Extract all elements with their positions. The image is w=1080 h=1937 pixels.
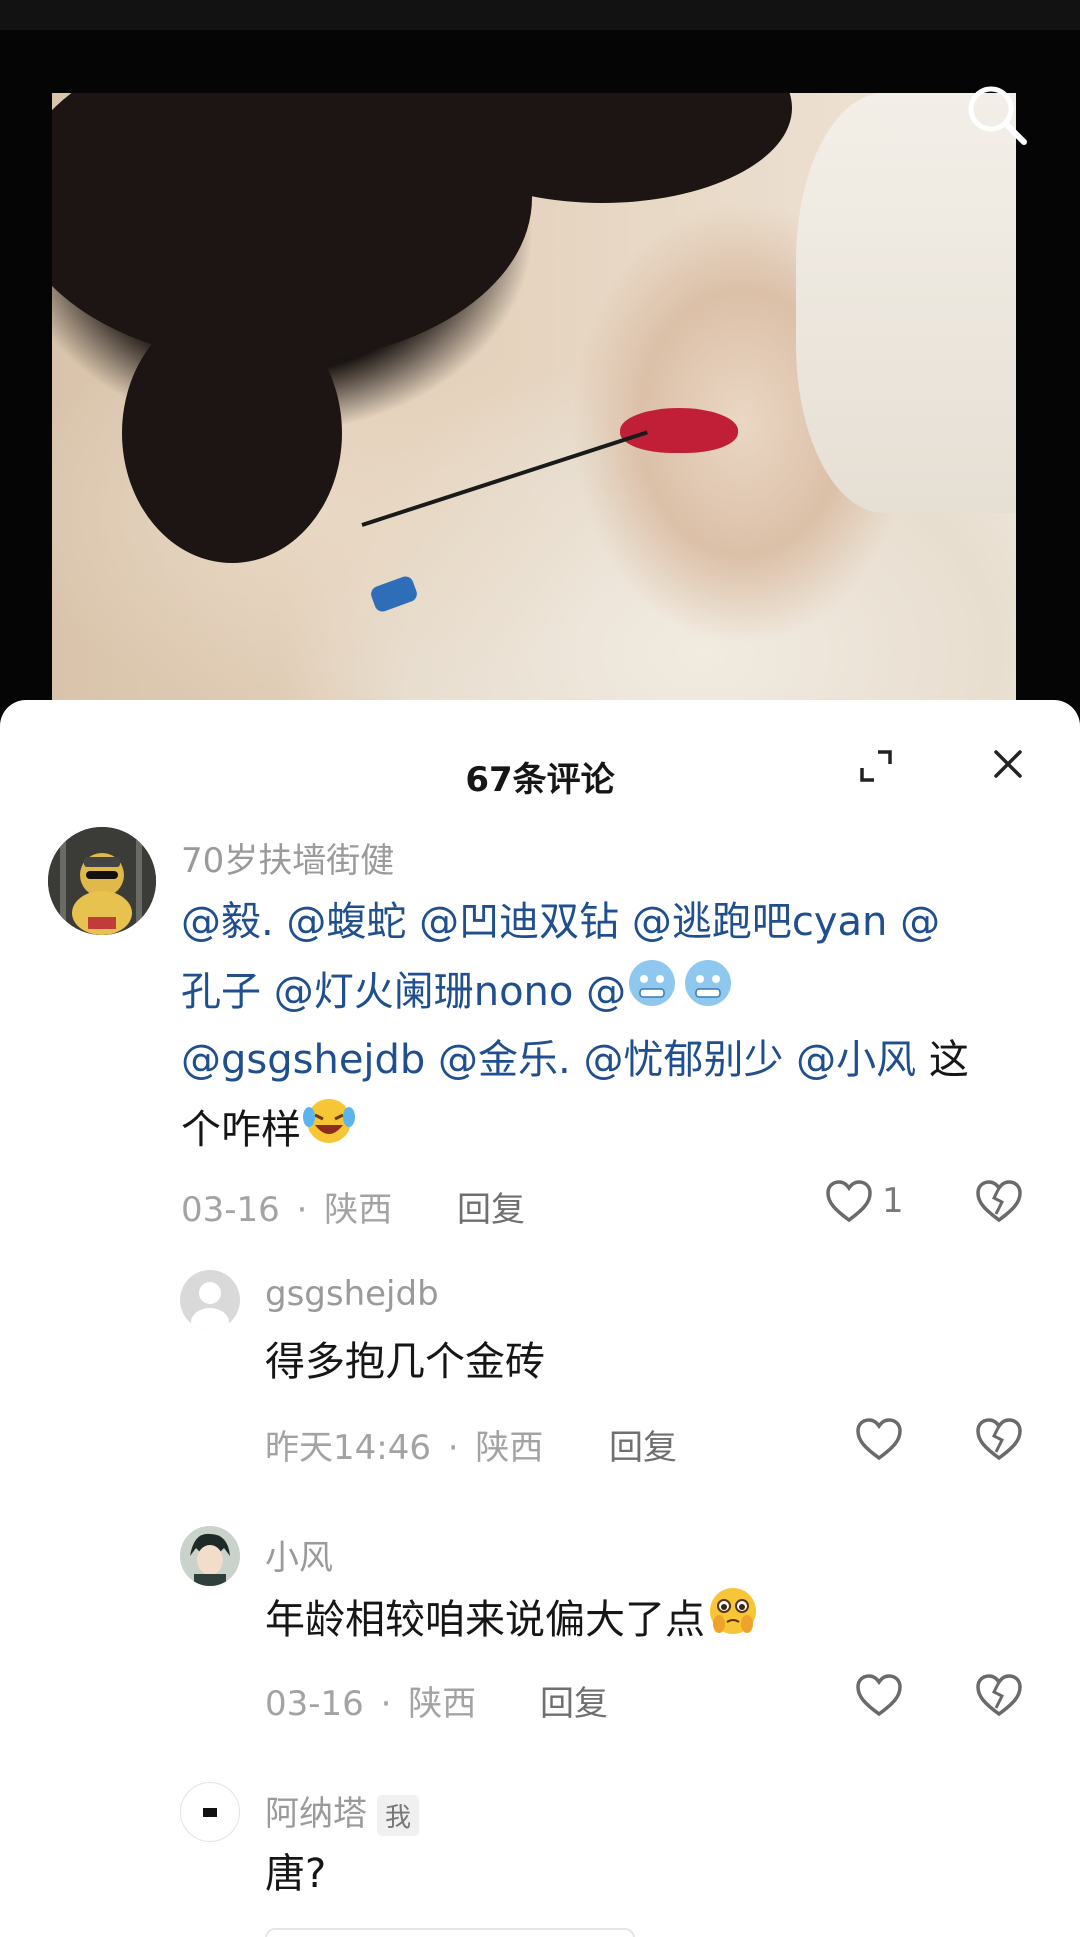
comment-text[interactable]: 唐?: [265, 1840, 326, 1909]
comment-username[interactable]: 小风: [265, 1530, 333, 1579]
comment-text[interactable]: 得多抱几个金砖: [265, 1328, 545, 1397]
me-badge: 我: [377, 1795, 420, 1836]
mention-text[interactable]: 孔子 @灯火阑珊nono @: [181, 969, 626, 1015]
avatar[interactable]: [180, 1526, 240, 1586]
reply-input-edge[interactable]: [265, 1928, 635, 1937]
comment-date: 03-16: [181, 1190, 280, 1230]
meta-separator: ·: [380, 1684, 392, 1724]
like-button[interactable]: [854, 1672, 904, 1718]
comment-plain-text: 个咋样: [181, 1107, 301, 1153]
like-count: 1: [882, 1181, 904, 1221]
comment-text-line[interactable]: 孔子 @灯火阑珊nono @: [181, 957, 734, 1031]
reply-button[interactable]: 回复: [457, 1182, 525, 1231]
video-player[interactable]: [0, 30, 1080, 730]
comment-count-title: 67条评论: [465, 760, 615, 800]
broken-heart-icon: [976, 1418, 1022, 1461]
comment-meta: 03-16 · 陕西: [265, 1676, 476, 1725]
laughing-crying-emoji-icon: [301, 1095, 357, 1169]
video-pendant: [368, 574, 420, 614]
reply-button[interactable]: 回复: [540, 1676, 608, 1725]
comment-location: 陕西: [324, 1190, 393, 1230]
comment-location: 陕西: [408, 1684, 477, 1724]
expand-icon[interactable]: [856, 746, 896, 786]
video-lips: [620, 408, 738, 453]
reply-button[interactable]: 回复: [609, 1420, 677, 1469]
like-button[interactable]: [854, 1416, 904, 1462]
dislike-button[interactable]: [974, 1416, 1024, 1466]
comment-username[interactable]: 70岁扶墙街健: [181, 833, 394, 882]
like-button[interactable]: 1: [824, 1178, 904, 1224]
cold-face-emoji-icon: [626, 957, 678, 1031]
status-bar: [0, 0, 1080, 30]
video-necklace: [361, 430, 648, 527]
comment-meta: 03-16 · 陕西: [181, 1182, 392, 1231]
avatar[interactable]: [48, 827, 156, 935]
comment-location: 陕西: [475, 1428, 544, 1468]
heart-icon: [856, 1418, 902, 1461]
heart-icon: [826, 1180, 872, 1223]
comment-sheet: 67条评论 70岁扶墙街健 @毅. @蝮蛇 @凹迪双钻 @逃跑吧cyan @ 孔…: [0, 700, 1080, 1937]
comment-date: 昨天14:46: [265, 1428, 431, 1468]
comment-plain-text: 这: [928, 1037, 969, 1083]
comment-text-line: 个咋样: [181, 1095, 357, 1169]
pleading-face-emoji-icon: [705, 1584, 761, 1660]
comment-text-line[interactable]: @毅. @蝮蛇 @凹迪双钻 @逃跑吧cyan @: [181, 888, 940, 957]
close-icon[interactable]: [988, 744, 1028, 784]
comment-text-line[interactable]: 年龄相较咱来说偏大了点: [265, 1584, 761, 1660]
meta-separator: ·: [447, 1428, 459, 1468]
mention-text[interactable]: @gsgshejdb @金乐. @忧郁别少 @小风: [181, 1037, 916, 1083]
broken-heart-icon: [976, 1674, 1022, 1717]
video-pillow: [796, 93, 1016, 513]
dislike-button[interactable]: [974, 1178, 1024, 1228]
video-hair-side: [122, 303, 342, 563]
comment-text-line[interactable]: @gsgshejdb @金乐. @忧郁别少 @小风 这: [181, 1026, 969, 1095]
comment-meta: 昨天14:46 · 陕西: [265, 1420, 543, 1469]
avatar[interactable]: [180, 1782, 240, 1842]
heart-icon: [856, 1674, 902, 1717]
avatar[interactable]: [180, 1270, 240, 1330]
comment-username[interactable]: gsgshejdb: [265, 1274, 439, 1314]
username-text[interactable]: 阿纳塔: [265, 1794, 367, 1834]
cold-face-emoji-icon: [682, 957, 734, 1031]
comment-username[interactable]: 阿纳塔我: [265, 1786, 420, 1836]
comment-text: 年龄相较咱来说偏大了点: [265, 1597, 705, 1643]
video-thumbnail: [52, 93, 1016, 730]
search-icon[interactable]: [964, 82, 1030, 148]
comment-date: 03-16: [265, 1684, 364, 1724]
broken-heart-icon: [976, 1180, 1022, 1223]
dislike-button[interactable]: [974, 1672, 1024, 1722]
meta-separator: ·: [296, 1190, 308, 1230]
